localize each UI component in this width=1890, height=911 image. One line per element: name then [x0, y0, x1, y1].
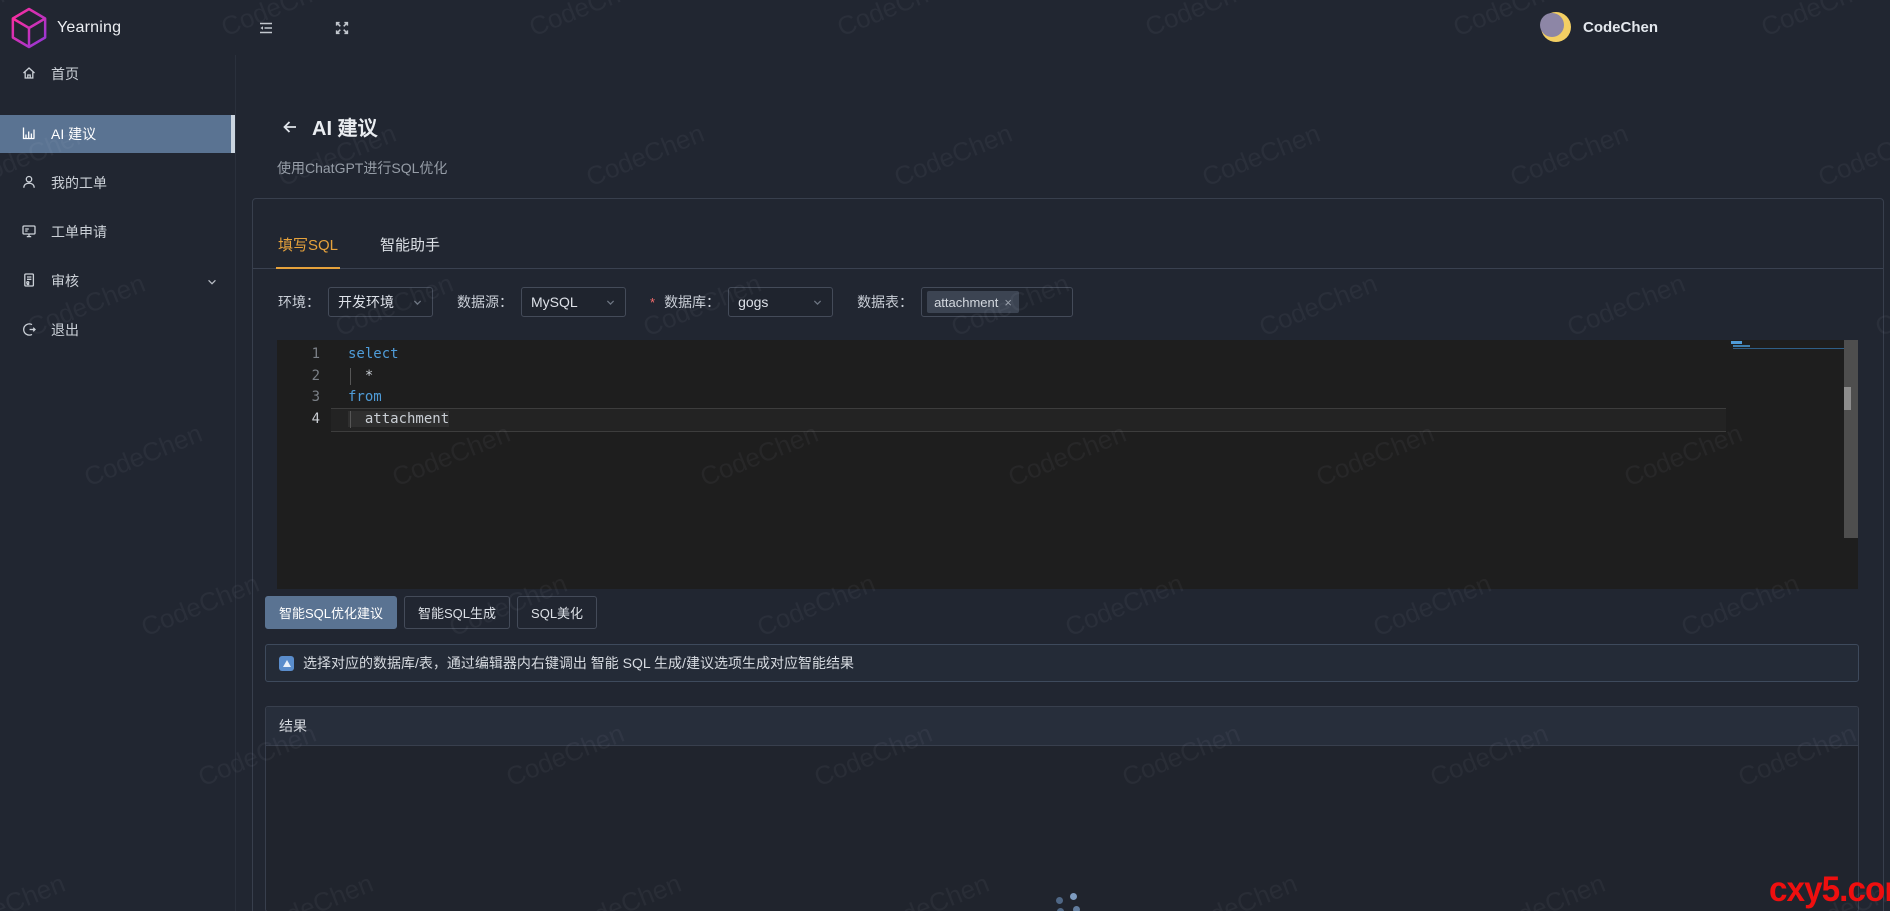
action-buttons: 智能SQL优化建议 智能SQL生成 SQL美化 — [265, 596, 1883, 629]
select-field[interactable]: MySQL — [521, 287, 626, 317]
form-group: 数据源： MySQL — [457, 287, 626, 317]
sidebar-item-label: 我的工单 — [51, 175, 107, 191]
info-alert-text: 选择对应的数据库/表，通过编辑器内右键调出 智能 SQL 生成/建议选项生成对应… — [303, 655, 854, 671]
chevron-down-icon — [606, 299, 615, 305]
monitor-icon — [21, 223, 37, 242]
form-label: 数据库： — [664, 294, 721, 310]
code-text: * — [348, 367, 374, 384]
code-line: attachment — [331, 409, 1842, 431]
line-number: 3 — [311, 389, 320, 405]
tab-assistant[interactable]: 智能助手 — [380, 234, 440, 268]
info-alert: 选择对应的数据库/表，通过编辑器内右键调出 智能 SQL 生成/建议选项生成对应… — [265, 644, 1859, 682]
fullscreen-icon[interactable] — [334, 20, 350, 36]
menu-fold-icon[interactable] — [258, 20, 274, 36]
line-number: 1 — [311, 346, 320, 362]
select-field[interactable]: 开发环境 — [328, 287, 433, 317]
sidebar-item-ai-advice[interactable]: AI 建议 — [0, 115, 235, 153]
select-value: 开发环境 — [338, 294, 394, 310]
topbar: Yearning CodeChen — [0, 0, 1890, 55]
sidebar-item-home[interactable]: 首页 — [0, 55, 235, 93]
chevron-down-icon — [206, 275, 218, 291]
indent-guide — [350, 410, 351, 428]
form-group: * 数据库： gogs — [650, 287, 834, 317]
sidebar-item-label: 退出 — [51, 322, 79, 338]
user-name: CodeChen — [1583, 18, 1658, 36]
app-root: Yearning CodeChen 首页 AI 建议 我的工单 工单申请 审核 退出 AI — [0, 0, 1890, 911]
site-watermark: cxy5.com — [1769, 870, 1890, 909]
brand-name: Yearning — [57, 18, 122, 36]
form-label: 数据表： — [857, 294, 914, 310]
tag-close-icon[interactable]: × — [1004, 296, 1012, 309]
result-body — [266, 746, 1858, 911]
form-group: 环境： 开发环境 — [278, 287, 433, 317]
code-line: from — [331, 387, 1842, 409]
page-head: AI 建议 — [281, 112, 378, 141]
code-line: * — [331, 366, 1842, 388]
topbar-icons — [258, 20, 350, 36]
tab-bar: 填写SQL 智能助手 — [253, 199, 1883, 269]
home-icon — [21, 65, 37, 84]
page-subtitle: 使用ChatGPT进行SQL优化 — [277, 160, 448, 176]
user-icon — [21, 174, 37, 193]
loading-dot — [1070, 893, 1077, 900]
select-field[interactable]: gogs — [728, 287, 834, 317]
form-group: 数据表： attachment × — [857, 287, 1074, 317]
code-text: from — [348, 389, 382, 405]
form-label: 数据源： — [457, 294, 513, 310]
select-value: gogs — [738, 294, 769, 310]
brand[interactable]: Yearning — [0, 7, 236, 49]
chart-icon — [21, 125, 37, 144]
editor-code: select * from attachment — [331, 344, 1842, 430]
code-text: attachment — [348, 410, 450, 427]
logout-icon — [21, 321, 37, 340]
action-button-2[interactable]: SQL美化 — [517, 596, 598, 629]
page-title: AI 建议 — [312, 118, 378, 140]
editor-gutter: 1 2 3 4 — [277, 344, 331, 430]
info-alert-icon — [279, 655, 294, 671]
action-button-1[interactable]: 智能SQL生成 — [404, 596, 511, 629]
code-line: select — [331, 344, 1842, 366]
sidebar-item-review[interactable]: 审核 — [0, 262, 235, 300]
sql-panel-card: 填写SQL 智能助手 环境： 开发环境 数据源： MySQL * 数据库： gogs 数据表： a… — [252, 198, 1884, 911]
table-multiselect[interactable]: attachment × — [921, 287, 1074, 317]
line-number: 4 — [311, 410, 320, 427]
sidebar-item-label: 审核 — [51, 273, 79, 289]
tag-label: attachment — [934, 294, 999, 310]
main-content: AI 建议 使用ChatGPT进行SQL优化 填写SQL 智能助手 环境： 开发环境… — [236, 55, 1890, 911]
user-menu[interactable]: CodeChen — [1540, 11, 1658, 43]
action-button-0[interactable]: 智能SQL优化建议 — [265, 596, 398, 629]
select-value: MySQL — [531, 294, 578, 310]
indent-guide — [350, 367, 351, 385]
sidebar-item-my-tickets[interactable]: 我的工单 — [0, 164, 235, 202]
code-text: select — [348, 346, 399, 362]
back-arrow-icon[interactable] — [281, 118, 299, 136]
audit-icon — [21, 272, 37, 291]
tab-write-sql[interactable]: 填写SQL — [275, 234, 341, 269]
editor-scrollbar-thumb[interactable] — [1844, 387, 1851, 410]
result-title: 结果 — [279, 718, 307, 734]
loading-dot — [1056, 897, 1063, 904]
sidebar-item-label: 首页 — [51, 66, 79, 82]
sidebar-item-label: AI 建议 — [51, 126, 97, 142]
line-number: 2 — [311, 367, 320, 384]
yearning-logo-icon — [11, 7, 47, 48]
selected-tag: attachment × — [927, 291, 1019, 313]
sidebar-item-ticket-apply[interactable]: 工单申请 — [0, 213, 235, 251]
sidebar-item-logout[interactable]: 退出 — [0, 311, 235, 349]
result-card: 结果 — [265, 706, 1859, 911]
required-asterisk: * — [650, 294, 656, 310]
form-row: 环境： 开发环境 数据源： MySQL * 数据库： gogs 数据表： attachment × — [278, 287, 1883, 317]
sidebar-item-label: 工单申请 — [51, 224, 107, 240]
chevron-down-icon — [413, 299, 422, 305]
loading-dot — [1073, 906, 1080, 911]
editor-scrollbar[interactable] — [1844, 340, 1858, 538]
sidebar: 首页 AI 建议我的工单工单申请审核退出 — [0, 55, 236, 911]
form-label: 环境： — [278, 294, 320, 310]
result-header: 结果 — [266, 707, 1858, 746]
sql-editor[interactable]: 1 2 3 4 select * from attachment — [277, 340, 1858, 589]
chevron-down-icon — [813, 299, 822, 305]
moon-avatar-icon — [1540, 12, 1571, 42]
